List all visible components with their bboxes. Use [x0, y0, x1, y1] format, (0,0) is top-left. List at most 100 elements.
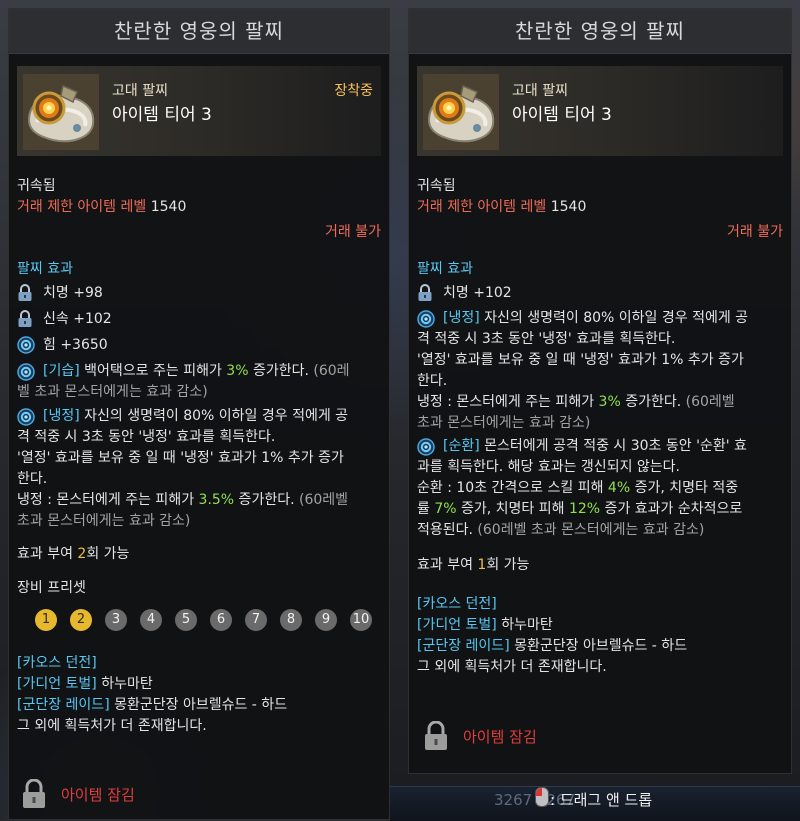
effect-text: 률: [417, 501, 435, 517]
preset-9[interactable]: 9: [315, 609, 337, 631]
source-item: [군단장 레이드] 몽환군단장 아브렐슈드 - 하드: [17, 695, 381, 716]
effect-detail: 적용된다. (60레벨 초과 몬스터에게는 효과 감소): [417, 520, 783, 541]
effect-text: 과를 획득한다. 해당 효과는 갱신되지 않는다.: [417, 459, 680, 475]
source-tag: [군단장 레이드]: [17, 697, 110, 713]
effect-note: 초과 몬스터에게는 효과 감소): [17, 513, 191, 529]
item-lock-text: 아이템 잠김: [463, 727, 537, 746]
stat-row: 치명 +102: [417, 280, 783, 306]
item-grade: 고대 팔찌: [512, 83, 568, 99]
effect-value: 3%: [226, 363, 249, 379]
effect-text: '열정' 효과를 보유 중 일 때 '냉정' 효과가 1% 추가 증가: [417, 352, 744, 368]
acquisition-sources: [카오스 던전] [가디언 토벌] 하누마탄 [군단장 레이드] 몽환군단장 아…: [417, 594, 783, 678]
effect-text: 자신의 생명력이 80% 이하일 경우 적에게 공: [479, 310, 749, 326]
source-tag: [가디언 토벌]: [17, 676, 97, 692]
effect-note: (60레벨: [294, 492, 349, 508]
item-header: 고대 팔찌 아이템 티어 3 장착중: [17, 66, 381, 156]
effect-sunhwan: [순환] 몬스터에게 공격 적중 시 30초 동안 '순환' 효: [417, 436, 783, 457]
grant-text: 효과 부여: [417, 557, 478, 573]
source-tag: [군단장 레이드]: [417, 638, 510, 654]
trade-level-row: 거래 제한 아이템 레벨 1540: [417, 197, 783, 218]
lock-icon: [417, 284, 433, 302]
stat-row: 힘 +3650: [17, 332, 381, 358]
effect-text: 자신의 생명력이 80% 이하일 경우 적에게 공: [79, 408, 349, 424]
effect-text: 증가한다.: [248, 363, 309, 379]
source-text: 하누마탄: [96, 676, 153, 692]
effect-text: 몬스터에게 공격 적중 시 30초 동안 '순환' 효: [479, 438, 747, 454]
effect-value: 3%: [598, 394, 621, 410]
lock-icon: [17, 284, 33, 302]
bracelet-item-icon: [23, 74, 99, 150]
preset-10[interactable]: 10: [350, 609, 372, 631]
effect-note: (60레벨 초과 몬스터에게는 효과 감소): [472, 522, 705, 538]
item-tier: 아이템 티어 3: [512, 105, 612, 125]
engrave-icon: [417, 310, 435, 328]
stat-row: 신속 +102: [17, 306, 381, 332]
item-grade: 고대 팔찌: [112, 83, 168, 99]
effect-detail: 순환 : 10초 간격으로 스킬 피해 4% 증가, 치명타 적중: [417, 478, 783, 499]
preset-2[interactable]: 2: [70, 609, 92, 631]
grant-count: 2: [77, 546, 87, 562]
item-lock[interactable]: 아이템 잠김: [21, 779, 135, 809]
engrave-icon: [17, 336, 35, 354]
effect-naengjeong: [냉정] 자신의 생명력이 80% 이하일 경우 적에게 공: [17, 406, 381, 427]
engrave-icon: [17, 408, 35, 426]
item-tier: 아이템 티어 3: [112, 105, 212, 125]
item-header: 고대 팔찌 아이템 티어 3: [417, 66, 783, 156]
effect-text: 증가, 치명타 적중: [630, 480, 739, 496]
source-item: [군단장 레이드] 몽환군단장 아브렐슈드 - 하드: [417, 636, 783, 657]
bracelet-effects: 팔찌 효과 치명 +98 신속 +102 힘 +3650 [기습] 백어택으로 …: [17, 259, 381, 737]
item-title: 찬란한 영웅의 팔찌: [9, 9, 389, 54]
trade-level-label: 거래 제한 아이템 레벨: [417, 199, 547, 215]
effect-tag: [순환]: [443, 438, 480, 454]
trade-level-row: 거래 제한 아이템 레벨 1540: [17, 197, 381, 218]
bottom-hotbar: 3267 3267 : 드래그 앤 드롭: [390, 786, 800, 821]
effect-value: 12%: [568, 501, 601, 517]
effect-naengjeong: [냉정] 자신의 생명력이 80% 이하일 경우 적에게 공: [417, 308, 783, 329]
effect-header: 팔찌 효과: [17, 261, 73, 277]
item-tooltip-left: 찬란한 영웅의 팔찌 고대 팔찌 아이템 티어 3 장착중 귀속됨 거래 제한 …: [8, 8, 390, 820]
source-text: 몽환군단장 아브렐슈드 - 하드: [509, 638, 688, 654]
mouse-icon: [535, 787, 549, 807]
effect-note: (60레벨: [681, 394, 735, 410]
effect-value: 7%: [434, 501, 457, 517]
preset-1[interactable]: 1: [35, 609, 57, 631]
effect-detail: 냉정 : 몬스터에게 주는 피해가 3% 증가한다. (60레벨: [417, 392, 783, 413]
effect-text: 순환 : 10초 간격으로 스킬 피해: [417, 480, 608, 496]
effect-text: 냉정 : 몬스터에게 주는 피해가: [417, 394, 599, 410]
preset-8[interactable]: 8: [280, 609, 302, 631]
preset-3[interactable]: 3: [105, 609, 127, 631]
trade-level-value: 1540: [150, 199, 187, 215]
effect-text: 증가한다.: [234, 492, 295, 508]
equipment-preset-row: 1 2 3 4 5 6 7 8 9 10: [35, 609, 381, 631]
source-item: [카오스 던전]: [417, 594, 783, 615]
preset-7[interactable]: 7: [245, 609, 267, 631]
effect-tag: [냉정]: [43, 408, 80, 424]
bracelet-item-icon: [423, 74, 499, 150]
effect-text: 격 적중 시 3초 동안 '냉정' 효과를 획득한다.: [17, 429, 276, 445]
preset-label: 장비 프리셋: [17, 580, 86, 596]
effect-tag: [기습]: [43, 363, 80, 379]
effect-text: 증가한다.: [620, 394, 682, 410]
effect-value: 3.5%: [198, 492, 235, 508]
trade-level-value: 1540: [550, 199, 587, 215]
effect-note: 벨 초과 몬스터에게는 효과 감소): [17, 384, 208, 400]
grant-count: 1: [477, 557, 487, 573]
source-item: [가디언 토벌] 하누마탄: [417, 615, 783, 636]
effect-text: '열정' 효과를 보유 중 일 때 '냉정' 효과가 1% 추가 증가: [17, 450, 344, 466]
source-text: 몽환군단장 아브렐슈드 - 하드: [109, 697, 288, 713]
item-info: 귀속됨 거래 제한 아이템 레벨 1540 거래 불가: [17, 176, 381, 243]
item-tooltip-right: 찬란한 영웅의 팔찌 고대 팔찌 아이템 티어 3 귀속됨 거래 제한 아이템 …: [408, 8, 792, 774]
bound-status: 귀속됨: [17, 178, 56, 194]
effect-grant: 효과 부여 2회 가능: [17, 544, 381, 565]
bound-status: 귀속됨: [417, 178, 456, 194]
effect-text: 적용된다.: [417, 522, 473, 538]
preset-4[interactable]: 4: [140, 609, 162, 631]
effect-gisup: [기습] 백어택으로 주는 피해가 3% 증가한다. (60레: [17, 361, 381, 382]
item-info: 귀속됨 거래 제한 아이템 레벨 1540 거래 불가: [417, 176, 783, 243]
lock-icon: [423, 721, 449, 751]
preset-6[interactable]: 6: [210, 609, 232, 631]
item-lock[interactable]: 아이템 잠김: [423, 721, 537, 751]
effect-tag: [냉정]: [443, 310, 480, 326]
stat-text: 신속 +102: [43, 310, 112, 327]
preset-5[interactable]: 5: [175, 609, 197, 631]
